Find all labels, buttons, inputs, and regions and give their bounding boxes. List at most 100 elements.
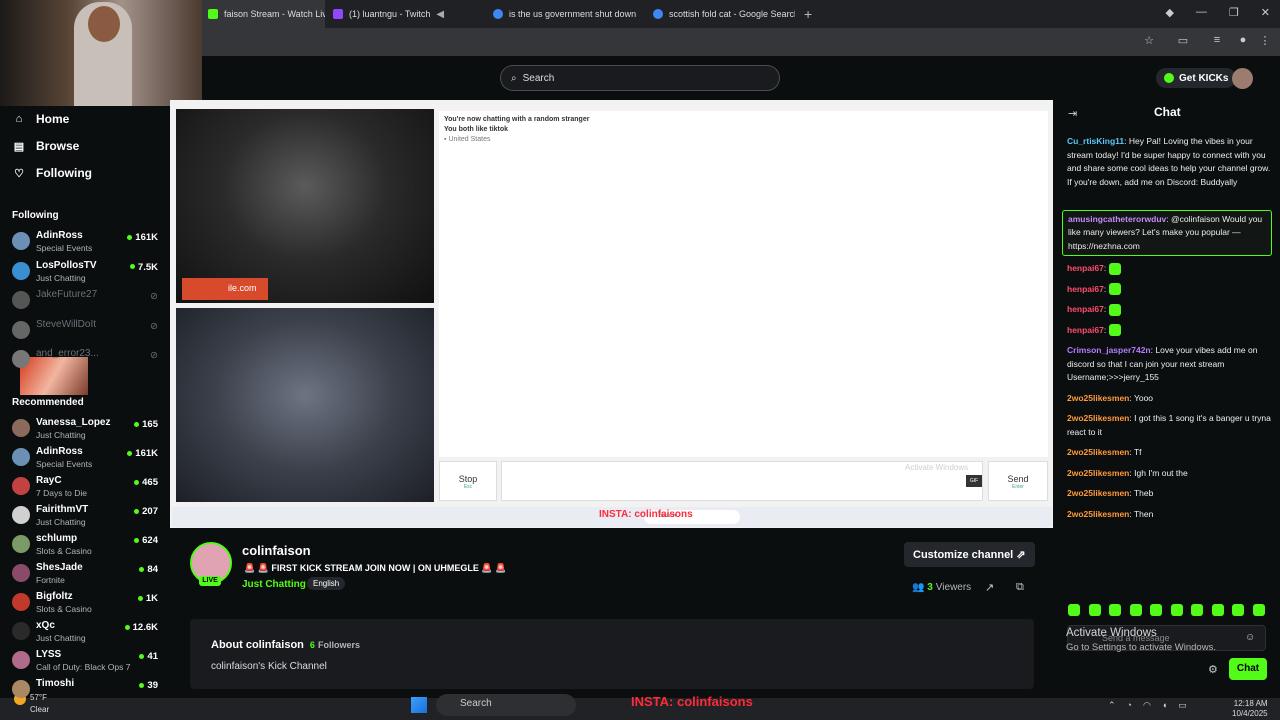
bookmark-star-icon[interactable]: ☆	[1142, 34, 1156, 48]
collapse-chat-icon[interactable]: ⇥	[1068, 107, 1077, 120]
wifi-icon[interactable]: ◠	[1143, 700, 1151, 711]
chat-username[interactable]: amusingcatheterorwduv	[1068, 214, 1166, 224]
emote-icon[interactable]	[1170, 604, 1183, 616]
nav-following[interactable]: ♡ Following	[12, 166, 92, 180]
browser-tab-google-shutdown[interactable]: is the us government shut down	[485, 0, 645, 28]
search-icon: ⌕	[511, 72, 517, 84]
sidebar-channel[interactable]: JakeFuture27 ⊘	[12, 288, 162, 314]
sidebar-channel[interactable]: SteveWillDoIt ⊘	[12, 318, 162, 344]
chevron-up-icon[interactable]: ⌃	[1108, 700, 1116, 711]
emote-icon[interactable]	[1191, 604, 1203, 616]
insta-overlay-text: INSTA: colinfaisons	[631, 694, 753, 709]
chat-username[interactable]: 2wo25likesmen	[1067, 447, 1129, 457]
share-icon[interactable]: ↗	[985, 581, 994, 594]
emote-icon[interactable]	[1232, 604, 1244, 616]
tab-search-icon[interactable]: ≡	[1210, 34, 1224, 48]
omegle-send-button[interactable]: Send Enter	[988, 461, 1048, 501]
omegle-status-text: You're now chatting with a random strang…	[444, 116, 590, 123]
browser-tab-twitch[interactable]: (1) luantngu - Twitch ◀	[325, 0, 465, 28]
battery-icon[interactable]: ▭	[1178, 700, 1187, 711]
nav-browse[interactable]: ▤ Browse	[12, 139, 80, 153]
clip-icon[interactable]: ⧉	[1016, 581, 1024, 594]
get-kicks-button[interactable]: Get KICKs	[1156, 68, 1237, 88]
customize-channel-button[interactable]: Customize channel ⇗	[904, 542, 1035, 567]
volume-icon[interactable]: ◖	[1162, 700, 1167, 711]
about-section	[190, 619, 1034, 689]
chat-username[interactable]: Crimson_jasper742n	[1067, 345, 1151, 355]
profile-icon[interactable]: ●	[1236, 34, 1250, 48]
search-input[interactable]: ⌕ Search	[500, 65, 780, 91]
channel-name: AdinRoss	[36, 446, 83, 457]
minimize-icon[interactable]: —	[1196, 6, 1207, 19]
chat-username[interactable]: 2wo25likesmen	[1067, 509, 1129, 519]
stream-category[interactable]: Just Chatting	[242, 579, 306, 590]
chat-username[interactable]: henpai67	[1067, 263, 1104, 273]
sidebar-channel[interactable]: Timoshi 39	[12, 677, 162, 703]
chat-username[interactable]: henpai67	[1067, 304, 1104, 314]
sidebar-channel[interactable]: ShesJade Fortnite 84	[12, 561, 162, 587]
emote-icon[interactable]	[1109, 604, 1121, 616]
chat-text: Igh I'm out the	[1134, 467, 1188, 478]
viewer-count: 84	[139, 564, 158, 575]
emote-icon[interactable]	[1088, 604, 1101, 616]
chat-settings-icon[interactable]: ⚙	[1208, 663, 1218, 676]
sidebar-channel[interactable]: AdinRoss Special Events 161K	[12, 229, 162, 255]
tab-title: is the us government shut down	[509, 9, 637, 19]
mute-icon[interactable]: ◀	[436, 9, 444, 20]
cast-icon[interactable]: ▭	[1176, 34, 1190, 48]
chat-username[interactable]: 2wo25likesmen	[1067, 393, 1129, 403]
live-dot-icon	[127, 234, 133, 240]
omegle-stop-button[interactable]: Stop Esc	[439, 461, 497, 501]
viewer-count: 39	[139, 680, 158, 691]
network-icon[interactable]: ◔	[1127, 700, 1132, 711]
channel-avatar	[12, 622, 30, 640]
close-window-icon[interactable]: ✕	[1261, 6, 1270, 19]
chat-username[interactable]: 2wo25likesmen	[1067, 488, 1129, 498]
menu-kebab-icon[interactable]: ⋮	[1258, 34, 1272, 48]
sidebar-channel[interactable]: and_error23... ⊘	[12, 347, 162, 373]
sidebar-channel[interactable]: xQc Just Chatting 12.6K	[12, 619, 162, 645]
user-avatar[interactable]	[1232, 68, 1253, 89]
emote-bar	[1068, 604, 1265, 616]
chat-send-button[interactable]: Chat	[1229, 658, 1267, 680]
chat-text: Tf	[1133, 447, 1142, 457]
chat-username[interactable]: henpai67	[1067, 325, 1104, 335]
chat-username[interactable]: 2wo25likesmen	[1067, 468, 1129, 478]
sidebar-channel[interactable]: AdinRoss Special Events 161K	[12, 445, 162, 471]
emote-icon[interactable]	[1211, 604, 1224, 616]
emote-icon[interactable]	[1150, 604, 1162, 616]
sidebar-channel[interactable]: LYSS Call of Duty: Black Ops 7 41	[12, 648, 162, 674]
language-tag[interactable]: English	[307, 577, 346, 590]
sidebar-channel[interactable]: Vanessa_Lopez Just Chatting 165	[12, 416, 162, 442]
extensions-icon[interactable]: ◆	[1165, 6, 1173, 19]
emote-icon[interactable]	[1068, 604, 1080, 616]
gif-button[interactable]: GIF	[966, 475, 982, 487]
browser-tab-google-cat[interactable]: scottish fold cat - Google Search✕	[645, 0, 795, 28]
windows-start-icon[interactable]	[411, 697, 427, 713]
emote-icon[interactable]	[1129, 604, 1142, 616]
viewer-count-value: 165	[142, 419, 158, 430]
new-tab-button[interactable]: +	[804, 6, 812, 22]
browser-tab-kick[interactable]: faison Stream - Watch Live✕	[200, 0, 325, 28]
sidebar-channel[interactable]: RayC 7 Days to Die 465	[12, 474, 162, 500]
taskbar-clock[interactable]: 12:18 AM 10/4/2025	[1232, 699, 1268, 719]
chat-username[interactable]: henpai67	[1067, 284, 1104, 294]
window-controls: ◆ — ❐ ✕	[1165, 6, 1270, 19]
emote-icon[interactable]	[1252, 604, 1265, 616]
taskbar-search[interactable]: Search	[436, 694, 576, 716]
clock-date: 10/4/2025	[1232, 709, 1268, 718]
channel-name[interactable]: colinfaison	[242, 543, 311, 558]
maximize-icon[interactable]: ❐	[1229, 6, 1239, 19]
nav-home[interactable]: ⌂ Home	[12, 112, 70, 126]
live-dot-icon	[139, 682, 145, 688]
viewer-count: 7.5K	[129, 262, 158, 273]
sidebar-channel[interactable]: FairithmVT Just Chatting 207	[12, 503, 162, 529]
channel-name: ShesJade	[36, 562, 83, 573]
emoji-icon[interactable]: ☺	[1245, 632, 1255, 643]
sidebar-channel[interactable]: Bigfoltz Slots & Casino 1K	[12, 590, 162, 616]
channel-category: Call of Duty: Black Ops 7	[36, 662, 131, 672]
chat-username[interactable]: 2wo25likesmen	[1067, 413, 1129, 423]
sidebar-channel[interactable]: schlump Slots & Casino 624	[12, 532, 162, 558]
sidebar-channel[interactable]: LosPollosTV Just Chatting 7.5K	[12, 259, 162, 285]
chat-username[interactable]: Cu_rtisKing11	[1067, 136, 1124, 146]
